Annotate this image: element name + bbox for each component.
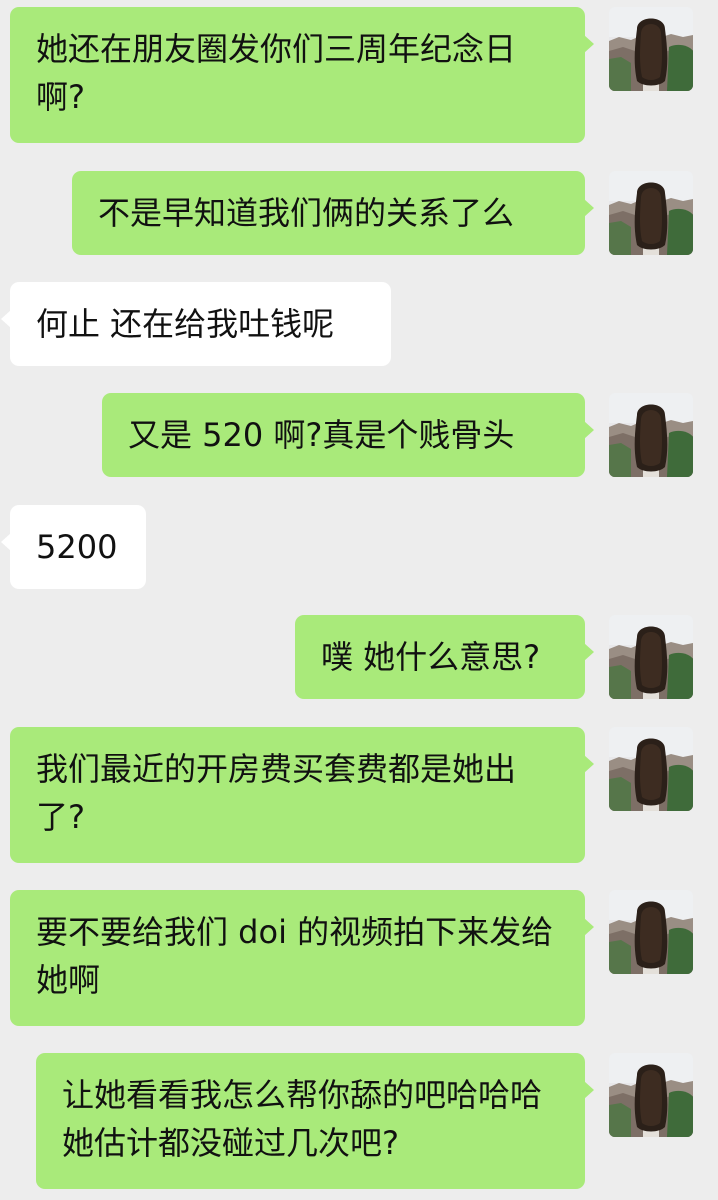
message-bubble-outgoing[interactable]: 噗 她什么意思? [295, 615, 594, 699]
long-hair-girl-landscape-avatar-icon [609, 1053, 693, 1137]
avatar[interactable] [609, 615, 693, 699]
avatar[interactable] [609, 1053, 693, 1137]
long-hair-girl-landscape-avatar-icon [609, 890, 693, 974]
message-bubble-incoming[interactable]: 何止 还在给我吐钱呢 [1, 282, 391, 366]
message-bubble-incoming[interactable]: 5200 [1, 505, 146, 589]
avatar[interactable] [609, 393, 693, 477]
message-bubble-outgoing[interactable]: 不是早知道我们俩的关系了么 [72, 171, 594, 255]
chat-window: 她还在朋友圈发你们三周年纪念日啊? 不是早知道我们俩的关系了么 何止 还在给我吐… [0, 0, 718, 1200]
avatar[interactable] [609, 7, 693, 91]
message-bubble-outgoing[interactable]: 我们最近的开房费买套费都是她出了? [10, 727, 594, 863]
long-hair-girl-landscape-avatar-icon [609, 615, 693, 699]
long-hair-girl-landscape-avatar-icon [609, 727, 693, 811]
avatar[interactable] [609, 171, 693, 255]
long-hair-girl-landscape-avatar-icon [609, 7, 693, 91]
message-bubble-outgoing[interactable]: 要不要给我们 doi 的视频拍下来发给她啊 [10, 890, 594, 1026]
message-bubble-outgoing[interactable]: 又是 520 啊?真是个贱骨头 [102, 393, 594, 477]
avatar[interactable] [609, 890, 693, 974]
message-bubble-outgoing[interactable]: 她还在朋友圈发你们三周年纪念日啊? [10, 7, 594, 143]
avatar[interactable] [609, 727, 693, 811]
long-hair-girl-landscape-avatar-icon [609, 171, 693, 255]
long-hair-girl-landscape-avatar-icon [609, 393, 693, 477]
message-bubble-outgoing[interactable]: 让她看看我怎么帮你舔的吧哈哈哈 她估计都没碰过几次吧? [36, 1053, 594, 1189]
